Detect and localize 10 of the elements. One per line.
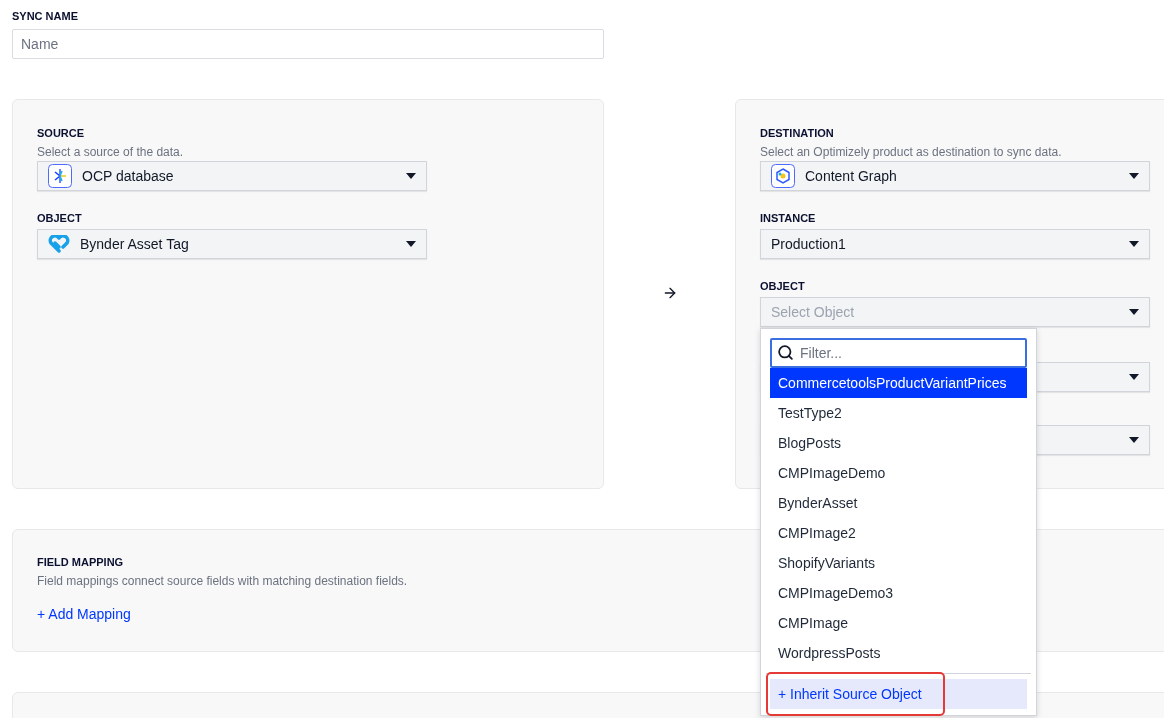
field-hint: Select a source of the data. <box>37 144 184 160</box>
field-label: SOURCE <box>37 126 85 140</box>
field-label: OBJECT <box>37 211 82 225</box>
field-label: FIELD MAPPING <box>37 555 124 569</box>
field-hint: Select an Optimizely product as destination to sync data. <box>760 144 1062 160</box>
field-label: SYNC NAME <box>12 9 79 23</box>
field-label: INSTANCE <box>760 211 816 225</box>
field-label: DESTINATION <box>760 126 834 140</box>
field-hint: Field mappings connect source fields with matching destination fields. <box>37 573 408 589</box>
field-label: OBJECT <box>760 279 805 293</box>
